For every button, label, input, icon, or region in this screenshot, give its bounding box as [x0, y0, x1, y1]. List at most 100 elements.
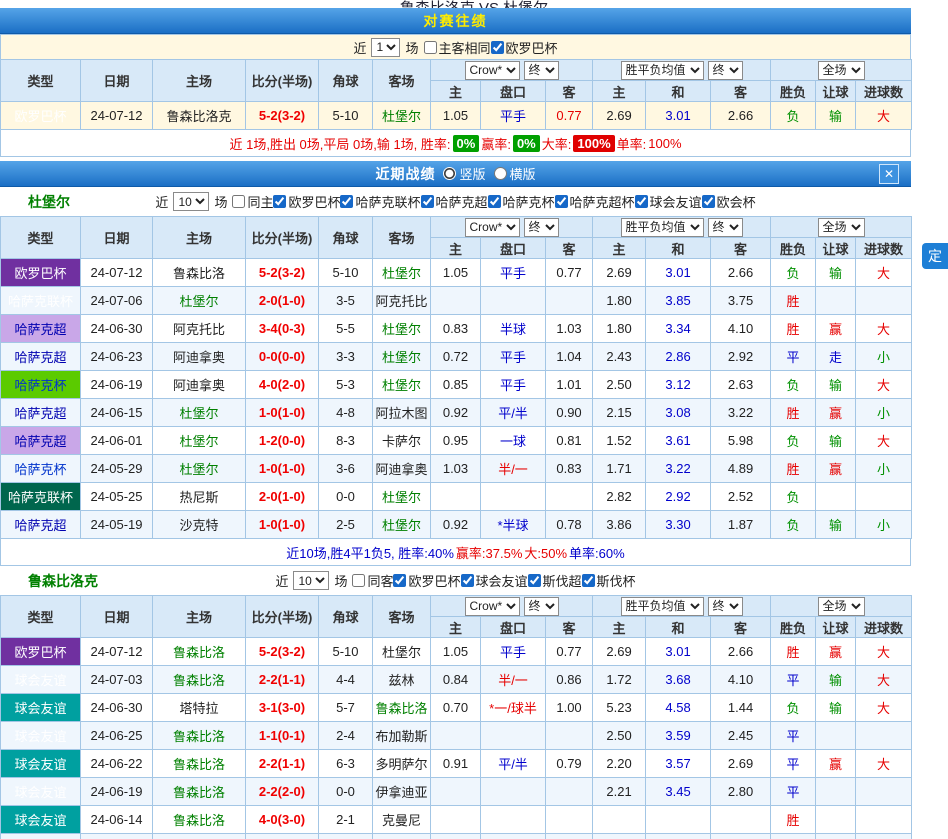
score-cell[interactable]: 1-2(0-0) [246, 427, 319, 455]
away-team-cell[interactable]: 杜堡尔 [373, 511, 431, 539]
checkbox-input[interactable] [528, 574, 541, 587]
handicap-time-select[interactable]: 终 [524, 218, 559, 237]
checkbox-input[interactable] [352, 574, 365, 587]
odds-time-select[interactable]: 终 [708, 597, 743, 616]
filter-checkbox[interactable]: 斯伐杯 [582, 571, 636, 590]
score-cell[interactable]: 3-1(3-0) [246, 694, 319, 722]
period-select[interactable]: 全场 [818, 597, 865, 616]
home-team-cell[interactable]: 鲁森比洛 [153, 750, 246, 778]
score-cell[interactable]: 5-2(3-2) [246, 259, 319, 287]
home-team-cell[interactable]: 鲁森比洛 [153, 638, 246, 666]
layout-radio-vertical[interactable]: 竖版 [443, 164, 485, 183]
checkbox-input[interactable] [702, 195, 715, 208]
home-team-cell[interactable]: 鲁森比洛 [153, 722, 246, 750]
draw-odds-cell: 3.57 [646, 750, 711, 778]
h2h-count-select[interactable]: 1 [371, 38, 400, 57]
odds-type-select[interactable]: 胜平负均值 [621, 61, 704, 80]
handicap-time-select[interactable]: 终 [524, 597, 559, 616]
filter-checkbox[interactable]: 欧罗巴杯 [393, 571, 460, 590]
filter-checkbox[interactable]: 球会友谊 [461, 571, 528, 590]
away-team-cell[interactable]: 杜堡尔 [373, 343, 431, 371]
checkbox-input[interactable] [491, 41, 504, 54]
filter-checkbox[interactable]: 同客 [352, 571, 393, 590]
checkbox-input[interactable] [488, 195, 501, 208]
filter-checkbox[interactable]: 哈萨克超 [421, 192, 488, 211]
period-select[interactable]: 全场 [818, 218, 865, 237]
goals-cell: 大 [856, 315, 912, 343]
pin-side-tab[interactable]: 定 [922, 243, 948, 269]
home-team-cell[interactable]: 杜堡尔 [153, 427, 246, 455]
subcol-handicap-away: 客 [546, 617, 593, 638]
filter-checkbox[interactable]: 欧罗巴杯 [491, 38, 558, 57]
away-team-cell[interactable]: 杜堡尔 [373, 371, 431, 399]
draw-odds-cell: 3.22 [646, 455, 711, 483]
team1-count-select[interactable]: 10 [173, 192, 209, 211]
odds-time-select[interactable]: 终 [708, 61, 743, 80]
away-team-cell[interactable]: 杜堡尔 [373, 259, 431, 287]
away-team-cell[interactable]: 杜堡尔 [373, 315, 431, 343]
checkbox-input[interactable] [340, 195, 353, 208]
checkbox-input[interactable] [555, 195, 568, 208]
score-cell[interactable]: 3-4(0-3) [246, 315, 319, 343]
away-team-cell[interactable]: 杜堡尔 [373, 102, 431, 130]
lose-odds-cell: 2.92 [711, 343, 771, 371]
home-team-cell[interactable]: 鲁森比洛 [153, 806, 246, 834]
checkbox-input[interactable] [421, 195, 434, 208]
score-cell[interactable]: 5-2(3-2) [246, 102, 319, 130]
bookmaker-select[interactable]: Crow* [465, 61, 520, 80]
score-cell[interactable]: 5-1(3-1) [246, 834, 319, 839]
score-cell[interactable]: 2-2(1-1) [246, 750, 319, 778]
filter-checkbox[interactable]: 哈萨克杯 [488, 192, 555, 211]
score-cell[interactable]: 1-0(1-0) [246, 455, 319, 483]
checkbox-input[interactable] [424, 41, 437, 54]
odds-type-select[interactable]: 胜平负均值 [621, 597, 704, 616]
home-team-cell[interactable]: 杜堡尔 [153, 287, 246, 315]
checkbox-input[interactable] [461, 574, 474, 587]
score-cell[interactable]: 2-2(2-0) [246, 778, 319, 806]
away-team-cell[interactable]: 鲁森比洛 [373, 834, 431, 839]
home-team-cell[interactable]: 杜堡尔 [153, 455, 246, 483]
horizontal-radio[interactable] [494, 167, 507, 180]
score-cell[interactable]: 1-0(1-0) [246, 511, 319, 539]
layout-radio-horizontal[interactable]: 横版 [494, 164, 536, 183]
filter-checkbox[interactable]: 球会友谊 [635, 192, 702, 211]
checkbox-input[interactable] [393, 574, 406, 587]
vertical-radio[interactable] [443, 167, 456, 180]
away-team-cell[interactable]: 鲁森比洛 [373, 694, 431, 722]
bookmaker-select[interactable]: Crow* [465, 597, 520, 616]
score-cell[interactable]: 5-2(3-2) [246, 638, 319, 666]
checkbox-input[interactable] [273, 195, 286, 208]
score-cell[interactable]: 2-0(1-0) [246, 287, 319, 315]
score-cell[interactable]: 1-1(0-1) [246, 722, 319, 750]
checkbox-input[interactable] [635, 195, 648, 208]
score-cell[interactable]: 1-0(1-0) [246, 399, 319, 427]
score-cell[interactable]: 2-0(1-0) [246, 483, 319, 511]
score-cell[interactable]: 0-0(0-0) [246, 343, 319, 371]
filter-checkbox[interactable]: 主客相同 [424, 38, 491, 57]
score-cell[interactable]: 2-2(1-1) [246, 666, 319, 694]
home-team-cell[interactable]: 鲁森比洛 [153, 666, 246, 694]
handicap-time-select[interactable]: 终 [524, 61, 559, 80]
bookmaker-select[interactable]: Crow* [465, 218, 520, 237]
draw-odds-cell: 3.68 [646, 666, 711, 694]
odds-type-select[interactable]: 胜平负均值 [621, 218, 704, 237]
close-icon[interactable]: ✕ [879, 164, 899, 184]
filter-checkbox[interactable]: 欧会杯 [702, 192, 756, 211]
score-cell[interactable]: 4-0(3-0) [246, 806, 319, 834]
checkbox-input[interactable] [232, 195, 245, 208]
team2-count-select[interactable]: 10 [293, 571, 329, 590]
filter-checkbox[interactable]: 哈萨克联杯 [340, 192, 420, 211]
filter-checkbox[interactable]: 欧罗巴杯 [273, 192, 340, 211]
league-cell: 哈萨克联杯 [1, 483, 81, 511]
odds-time-select[interactable]: 终 [708, 218, 743, 237]
filter-checkbox[interactable]: 哈萨克超杯 [555, 192, 635, 211]
filter-checkbox[interactable]: 同主 [232, 192, 273, 211]
team2-name: 鲁森比洛克 [28, 571, 98, 591]
checkbox-input[interactable] [582, 574, 595, 587]
period-select[interactable]: 全场 [818, 61, 865, 80]
home-team-cell[interactable]: 杜堡尔 [153, 399, 246, 427]
home-team-cell[interactable]: 鲁森比洛 [153, 778, 246, 806]
away-team-cell[interactable]: 杜堡尔 [373, 483, 431, 511]
score-cell[interactable]: 4-0(2-0) [246, 371, 319, 399]
filter-checkbox[interactable]: 斯伐超 [528, 571, 582, 590]
